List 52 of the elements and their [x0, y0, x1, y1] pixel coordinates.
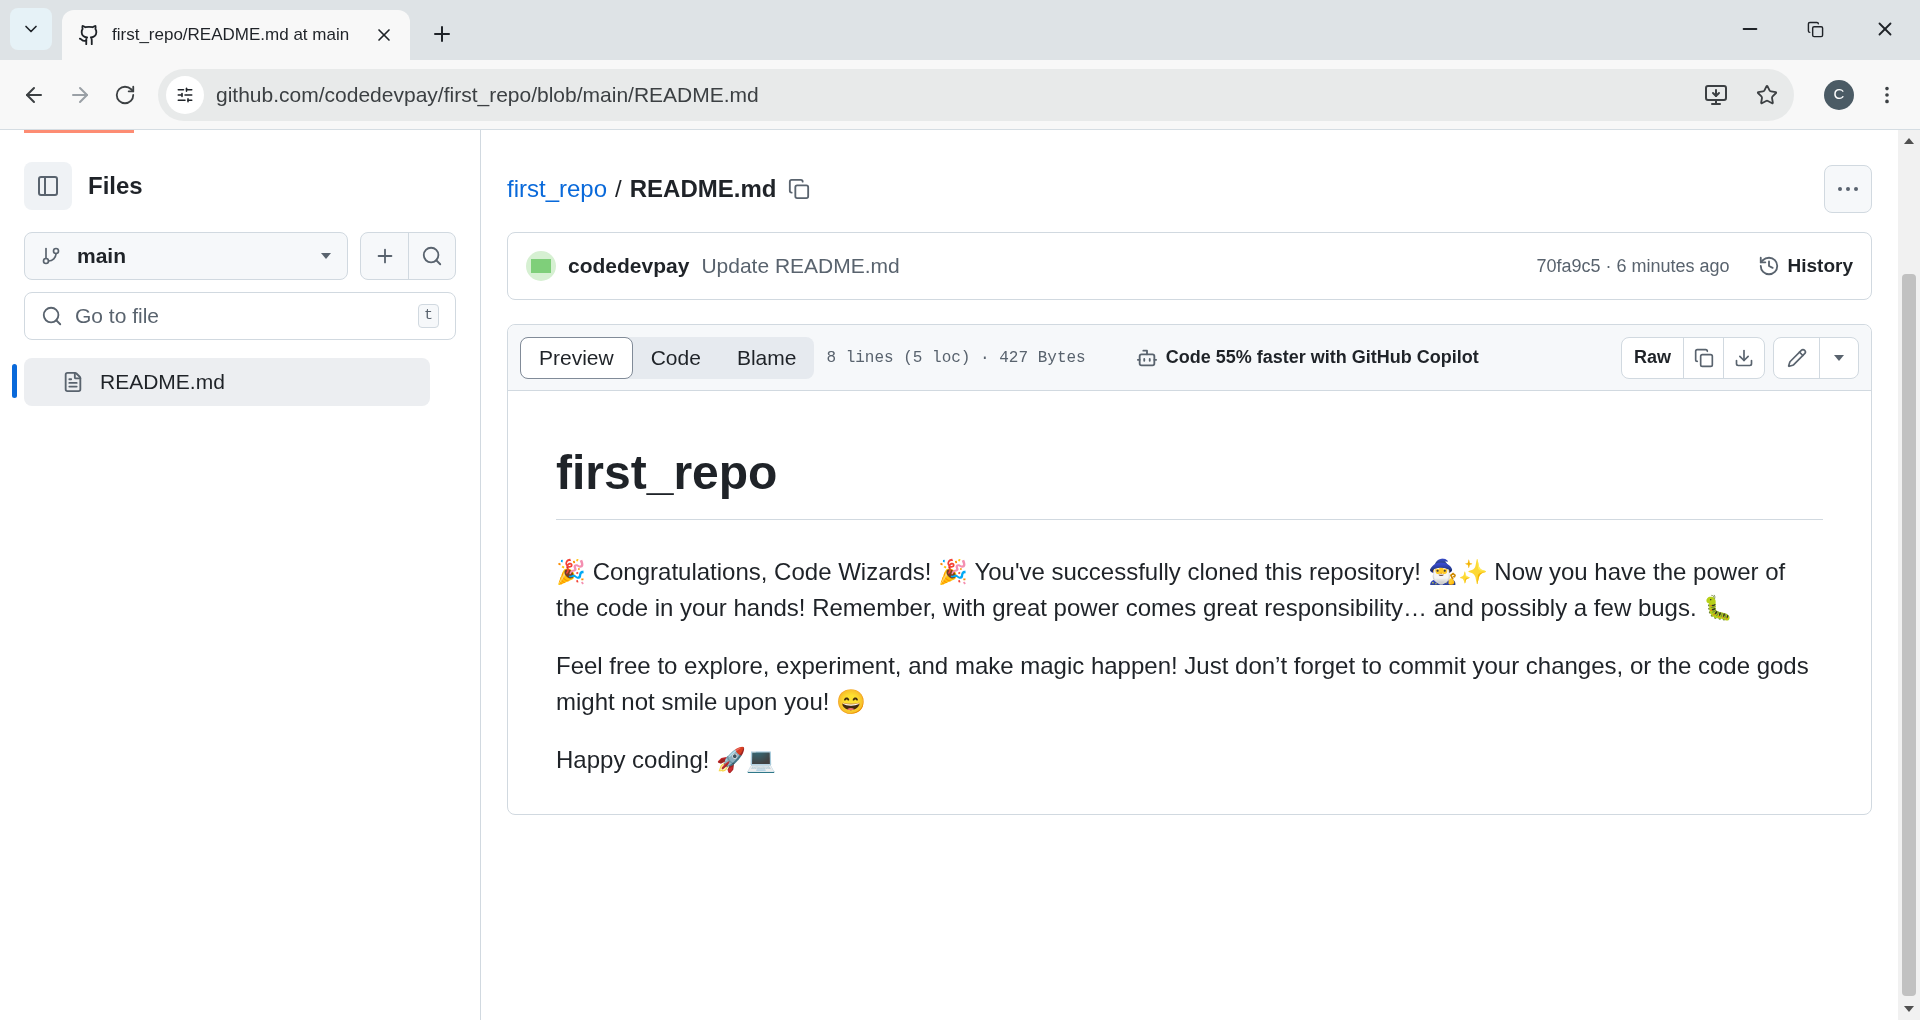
download-icon: [1734, 347, 1754, 368]
author-avatar: [526, 251, 556, 281]
bookmark-star-icon[interactable]: [1756, 83, 1778, 106]
browser-tab[interactable]: first_repo/README.md at main: [62, 10, 410, 60]
url-text: github.com/codedevpay/first_repo/blob/main/README.md: [216, 81, 760, 109]
profile-avatar[interactable]: C: [1824, 79, 1854, 110]
branch-selector[interactable]: main: [24, 232, 348, 280]
copilot-button[interactable]: Code 55% faster with GitHub Copilot: [1135, 344, 1479, 371]
caret-icon: [1834, 354, 1844, 361]
pencil-icon: [1786, 347, 1807, 368]
reload-icon[interactable]: [114, 83, 136, 106]
readme-paragraph: Feel free to explore, experiment, and make magic happen! Just don’t forget to commit your changes, or the code gods might not smile upon you! 😄: [556, 651, 1810, 717]
repo-link[interactable]: first_repo: [507, 171, 608, 207]
view-tab[interactable]: Code: [632, 336, 719, 379]
commit-message[interactable]: Update README.md: [701, 250, 900, 282]
view-tab[interactable]: Preview: [520, 336, 633, 379]
copy-path-icon[interactable]: [788, 178, 811, 200]
copy-icon: [1693, 347, 1714, 368]
sidebar-panel-icon: [36, 174, 60, 198]
ellipsis-icon: [1838, 187, 1858, 191]
address-bar[interactable]: github.com/codedevpay/first_repo/blob/main/README.md: [158, 68, 1794, 121]
go-to-file-input[interactable]: Go to file: [75, 300, 406, 332]
file-icon: [62, 371, 84, 393]
branch-icon: [41, 246, 61, 266]
file-name: README.md: [100, 369, 225, 396]
restore-icon[interactable]: [1807, 21, 1824, 38]
shortcut-key: t: [418, 303, 439, 329]
history-button[interactable]: History: [1757, 251, 1853, 281]
commit-meta: 70fa9c5 · 6 minutes ago: [1536, 254, 1730, 278]
install-icon[interactable]: [1704, 82, 1728, 107]
scroll-thumb[interactable]: [1902, 274, 1916, 996]
tab-title: first_repo/README.md at main: [112, 24, 351, 47]
search-icon: [41, 305, 63, 327]
search-icon: [421, 245, 443, 267]
file-path: README.md: [629, 174, 777, 204]
caret-icon: [321, 253, 331, 259]
path-separator: /: [615, 174, 622, 204]
go-to-file-field[interactable]: Go to file t: [24, 292, 456, 340]
readme-paragraph: Happy coding! 🚀💻: [556, 745, 778, 775]
author-link[interactable]: codedevpay: [568, 250, 690, 282]
scroll-up-icon[interactable]: [1904, 138, 1914, 144]
file-info: 8 lines (5 loc) · 427 Bytes: [826, 347, 1086, 369]
file-tree-item[interactable]: README.md: [24, 358, 430, 406]
github-logo-icon: [78, 24, 100, 46]
sidebar-title: Files: [88, 171, 143, 201]
history-icon: [1757, 255, 1780, 277]
readme-paragraph: 🎉 Congratulations, Code Wizards! 🎉 You've successfully cloned this repository! 🧙‍♂✨ Now you have the power of the code in your hands! Remember, with great power comes great responsibility… and possibly a few bugs. 🐛: [556, 557, 1787, 623]
view-tab[interactable]: Blame: [718, 336, 815, 379]
readme-heading: first_repo: [556, 443, 1823, 520]
scroll-down-icon[interactable]: [1904, 1006, 1914, 1012]
collapse-sidebar-button[interactable]: [24, 162, 72, 210]
site-settings-icon[interactable]: [166, 75, 204, 114]
